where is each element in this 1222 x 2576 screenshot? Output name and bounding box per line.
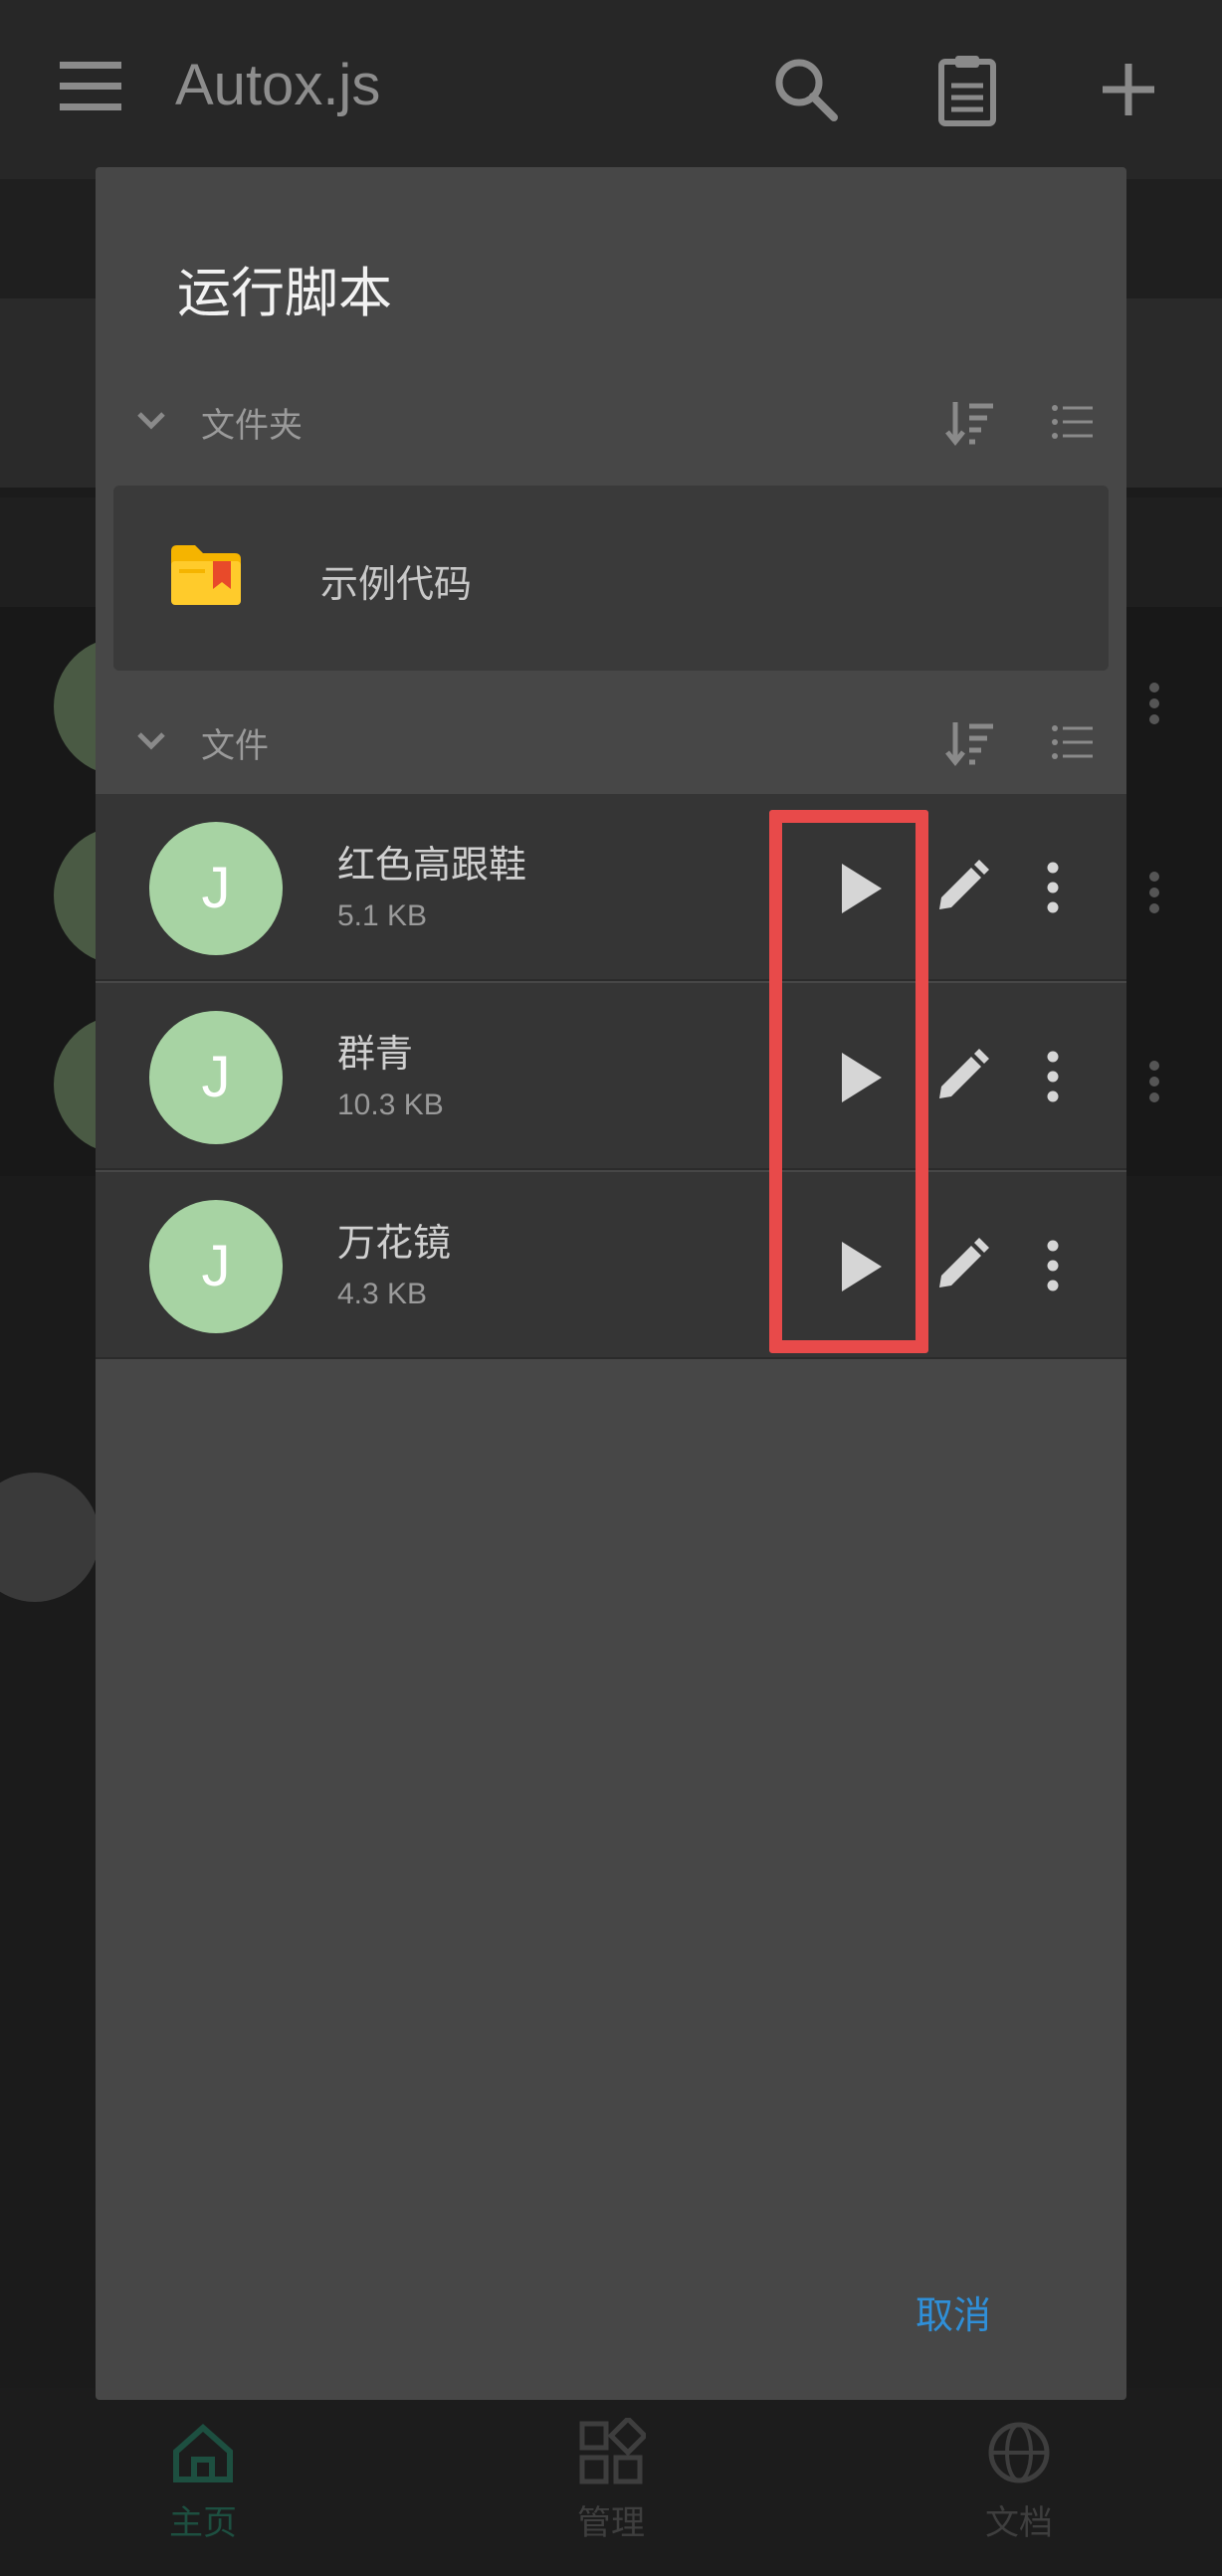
list-view-icon[interactable]	[1051, 720, 1095, 764]
edit-pencil-icon[interactable]	[933, 1049, 989, 1104]
app-title: Autox.js	[175, 53, 381, 117]
bg-fab	[0, 1473, 100, 1602]
file-row[interactable]: J 群青 10.3 KB	[96, 983, 1126, 1170]
chevron-down-icon[interactable]	[131, 406, 171, 436]
file-name: 红色高跟鞋	[337, 843, 527, 887]
files-section-label: 文件	[201, 726, 269, 766]
bg-more-icon	[1144, 866, 1164, 919]
bottom-nav: 主页 管理 文档	[0, 2388, 1222, 2576]
run-script-dialog: 运行脚本 文件夹 示例代码 文件 J 红色高跟鞋 5.1 KB J 群青 10.…	[96, 167, 1126, 2400]
sort-icon[interactable]	[943, 716, 997, 770]
nav-home[interactable]: 主页	[103, 2418, 303, 2544]
cancel-button[interactable]: 取消	[916, 2284, 991, 2339]
file-name: 万花镜	[337, 1221, 452, 1265]
bg-more-icon	[1144, 1055, 1164, 1108]
chevron-down-icon[interactable]	[131, 726, 171, 756]
folder-bookmark-icon	[171, 545, 241, 605]
file-size: 4.3 KB	[337, 1278, 428, 1310]
nav-manage[interactable]: 管理	[511, 2418, 711, 2544]
more-vert-icon[interactable]	[1041, 1238, 1065, 1293]
menu-icon[interactable]	[60, 62, 129, 111]
folders-section-header[interactable]: 文件夹	[96, 376, 1126, 466]
folders-section-label: 文件夹	[201, 406, 303, 446]
home-icon	[173, 2423, 233, 2482]
file-size: 10.3 KB	[337, 1089, 444, 1121]
clipboard-icon[interactable]	[927, 50, 1007, 129]
play-icon[interactable]	[826, 1234, 892, 1299]
app-bar: Autox.js	[0, 0, 1222, 179]
file-name: 群青	[337, 1032, 414, 1076]
dialog-title: 运行脚本	[177, 262, 392, 324]
bg-more-icon	[1144, 677, 1164, 730]
play-icon[interactable]	[826, 856, 892, 921]
file-row[interactable]: J 红色高跟鞋 5.1 KB	[96, 794, 1126, 981]
sort-icon[interactable]	[943, 396, 997, 450]
edit-pencil-icon[interactable]	[933, 860, 989, 915]
file-row[interactable]: J 万花镜 4.3 KB	[96, 1172, 1126, 1359]
file-avatar: J	[149, 1200, 283, 1333]
file-avatar: J	[149, 1011, 283, 1144]
plus-icon[interactable]	[1089, 50, 1168, 129]
globe-icon	[988, 2422, 1050, 2483]
play-icon[interactable]	[826, 1045, 892, 1110]
edit-pencil-icon[interactable]	[933, 1238, 989, 1293]
folder-name: 示例代码	[320, 562, 473, 606]
files-section-header[interactable]: 文件	[96, 696, 1126, 786]
file-size: 5.1 KB	[337, 899, 428, 932]
grid-icon	[579, 2418, 646, 2484]
more-vert-icon[interactable]	[1041, 860, 1065, 915]
more-vert-icon[interactable]	[1041, 1049, 1065, 1104]
folder-item[interactable]: 示例代码	[113, 486, 1109, 671]
search-icon[interactable]	[766, 50, 846, 129]
file-avatar: J	[149, 822, 283, 955]
list-view-icon[interactable]	[1051, 400, 1095, 444]
nav-docs[interactable]: 文档	[919, 2418, 1119, 2544]
